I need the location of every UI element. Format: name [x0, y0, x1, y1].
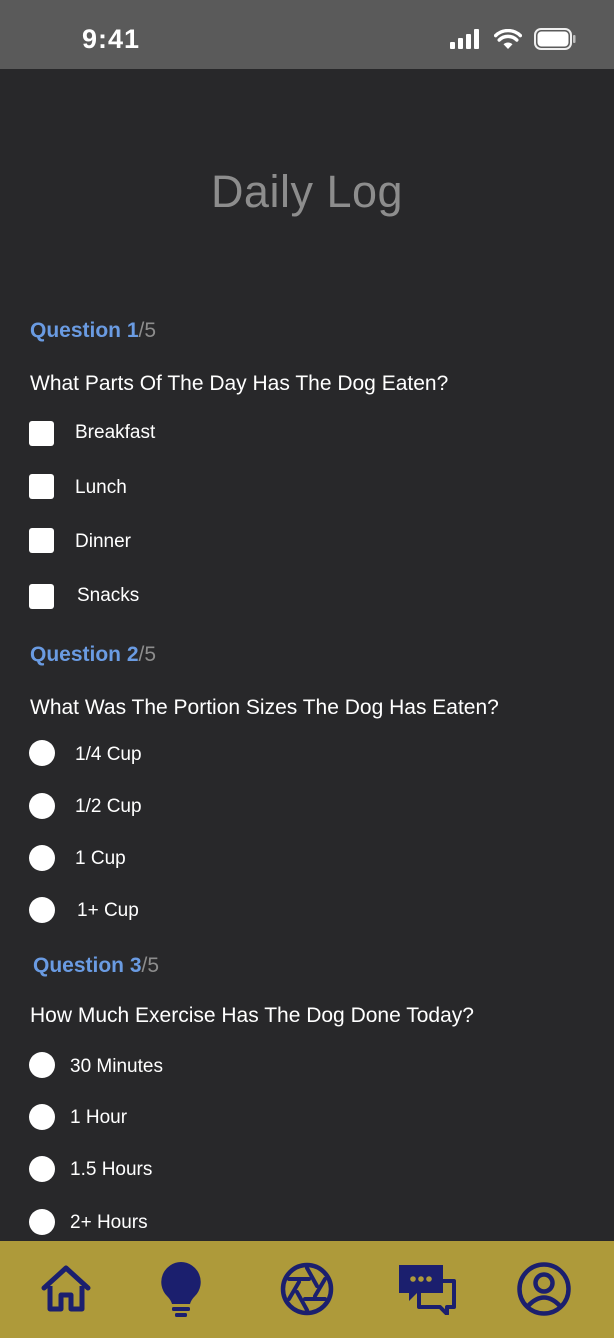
home-icon: [41, 1265, 91, 1312]
signal-icon: [450, 29, 479, 49]
radio-button[interactable]: [29, 1052, 55, 1078]
radio-quarter-cup[interactable]: [29, 739, 55, 767]
lightbulb-icon: [161, 1262, 201, 1317]
question-2-total: /5: [138, 643, 157, 666]
radio-1-hour[interactable]: [29, 1103, 55, 1131]
profile-icon: [517, 1262, 571, 1316]
radio-button[interactable]: [29, 1156, 55, 1182]
radio-button[interactable]: [29, 897, 55, 923]
option-label-half-cup: 1/2 Cup: [75, 796, 142, 817]
checkbox-box[interactable]: [29, 583, 54, 609]
nav-camera[interactable]: [277, 1259, 337, 1319]
radio-button[interactable]: [29, 845, 55, 871]
nav-home[interactable]: [36, 1259, 96, 1319]
option-label-one-cup: 1 Cup: [75, 848, 126, 869]
wifi-icon: [494, 28, 522, 49]
nav-ideas[interactable]: [151, 1259, 211, 1319]
question-3-text: How Much Exercise Has The Dog Done Today…: [30, 1004, 474, 1027]
chat-icon: [399, 1265, 456, 1315]
option-label-2-plus-hours: 2+ Hours: [70, 1212, 148, 1233]
question-1-label: Question 1: [30, 319, 139, 342]
radio-half-cup[interactable]: [29, 792, 55, 820]
option-label-1-hour: 1 Hour: [70, 1107, 128, 1128]
checkbox-snacks[interactable]: [29, 582, 54, 610]
radio-one-cup[interactable]: [29, 844, 55, 872]
camera-shutter-icon: [280, 1262, 334, 1316]
question-1-header: Question 1/5: [30, 319, 156, 343]
checkbox-box[interactable]: [29, 420, 54, 446]
question-2-label: Question 2: [30, 643, 139, 666]
status-icons: [450, 28, 576, 50]
question-2-text: What Was The Portion Sizes The Dog Has E…: [30, 696, 499, 719]
nav-profile[interactable]: [514, 1259, 574, 1319]
checkbox-box[interactable]: [29, 473, 54, 499]
option-label-quarter-cup: 1/4 Cup: [75, 744, 142, 765]
radio-button[interactable]: [29, 1104, 55, 1130]
bottom-nav: [0, 1241, 614, 1338]
checkbox-breakfast[interactable]: [29, 419, 54, 447]
radio-2-plus-hours[interactable]: [29, 1208, 55, 1236]
question-3-header: Question 3/5: [33, 954, 159, 978]
radio-button[interactable]: [29, 793, 55, 819]
radio-button[interactable]: [29, 740, 55, 766]
option-label-30-minutes: 30 Minutes: [70, 1056, 163, 1077]
checkbox-box[interactable]: [29, 527, 54, 553]
option-label-one-plus-cup: 1+ Cup: [77, 900, 139, 921]
question-3-total: /5: [141, 954, 160, 977]
option-label-snacks: Snacks: [77, 585, 140, 606]
option-label-1-5-hours: 1.5 Hours: [70, 1159, 153, 1180]
radio-one-plus-cup[interactable]: [29, 896, 55, 924]
option-label-breakfast: Breakfast: [75, 422, 156, 443]
option-label-dinner: Dinner: [75, 531, 131, 552]
checkbox-dinner[interactable]: [29, 526, 54, 554]
radio-button[interactable]: [29, 1209, 55, 1235]
option-label-lunch: Lunch: [75, 477, 127, 498]
question-1-total: /5: [138, 319, 157, 342]
battery-icon: [534, 28, 576, 50]
question-1-text: What Parts Of The Day Has The Dog Eaten?: [30, 372, 449, 395]
question-2-header: Question 2/5: [30, 643, 156, 667]
page-title: Daily Log: [210, 166, 404, 217]
checkbox-lunch[interactable]: [29, 472, 54, 500]
radio-30-minutes[interactable]: [29, 1051, 55, 1079]
status-bar: 9:41: [0, 0, 614, 69]
radio-1-5-hours[interactable]: [29, 1155, 55, 1183]
status-time: 9:41: [82, 24, 141, 54]
nav-messages[interactable]: [397, 1259, 457, 1319]
question-3-label: Question 3: [33, 954, 142, 977]
